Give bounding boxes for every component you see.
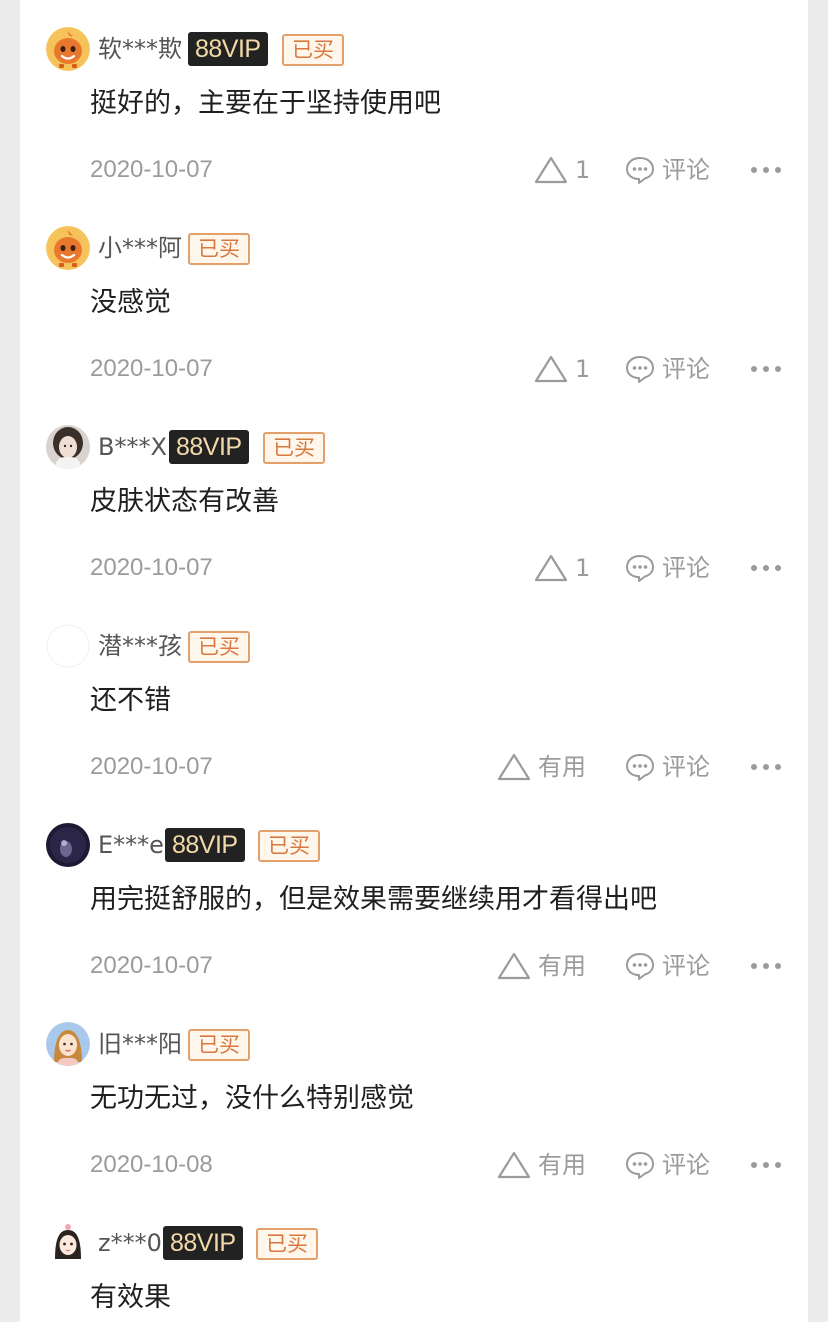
review-date: 2020-10-08 [90,1151,213,1178]
username: 小***阿 [98,234,182,262]
comment-bubble-icon [626,157,654,184]
comment-label: 评论 [662,156,710,184]
review-item: 软***欺 88VIP 已买 挺好的，主要在于坚持使用吧 2020-10-07 … [20,0,808,199]
useful-label: 有用 [538,952,586,980]
review-content: 还不错 [90,685,171,716]
comment-label: 评论 [662,355,710,383]
useful-count: 1 [575,355,591,383]
review-content: 皮肤状态有改善 [90,486,279,517]
review-item: E***e 88VIP 已买 用完挺舒服的，但是效果需要继续用才看得出吧 202… [20,796,808,995]
comment-bubble-icon [626,356,654,383]
thumb-triangle-icon [497,753,531,781]
blank-avatar[interactable] [46,624,90,668]
review-date: 2020-10-07 [90,952,213,979]
comment-button[interactable]: 评论 [624,351,716,387]
comment-bubble-icon [626,953,654,980]
thumb-triangle-icon [534,355,568,383]
review-date: 2020-10-07 [90,355,213,382]
review-list: 软***欺 88VIP 已买 挺好的，主要在于坚持使用吧 2020-10-07 … [20,0,808,1322]
review-content: 没感觉 [90,287,171,318]
review-date: 2020-10-07 [90,156,213,183]
comment-bubble-icon [626,754,654,781]
comment-button[interactable]: 评论 [624,152,716,188]
vip-badge: 88VIP [169,430,249,464]
username: E***e [98,831,164,859]
comment-button[interactable]: 评论 [624,948,716,984]
review-item: z***0 88VIP 已买 有效果 [20,1194,808,1322]
comment-label: 评论 [662,554,710,582]
username: 旧***阳 [98,1030,182,1058]
bought-badge: 已买 [188,631,250,663]
bought-badge: 已买 [256,1228,318,1260]
thumb-triangle-icon [497,952,531,980]
dark-photo-avatar[interactable] [46,823,90,867]
orange-mascot-avatar[interactable] [46,27,90,71]
bought-badge: 已买 [188,1029,250,1061]
more-options-icon[interactable] [749,359,783,379]
useful-count: 1 [575,554,591,582]
thumb-triangle-icon [534,554,568,582]
orange-mascot-avatar[interactable] [46,226,90,270]
more-options-icon[interactable] [749,1155,783,1175]
review-content: 无功无过，没什么特别感觉 [90,1083,414,1114]
review-item: B***X 88VIP 已买 皮肤状态有改善 2020-10-07 1 评论 [20,398,808,597]
comment-label: 评论 [662,1151,710,1179]
more-options-icon[interactable] [749,558,783,578]
useful-label: 有用 [538,753,586,781]
comment-button[interactable]: 评论 [624,1147,716,1183]
comment-button[interactable]: 评论 [624,749,716,785]
comment-label: 评论 [662,952,710,980]
vip-badge: 88VIP [165,828,245,862]
username: B***X [98,433,167,461]
review-content: 用完挺舒服的，但是效果需要继续用才看得出吧 [90,884,657,915]
vip-badge: 88VIP [188,32,268,66]
review-item: 潜***孩 已买 还不错 2020-10-07 有用 评论 [20,597,808,796]
comment-button[interactable]: 评论 [624,550,716,586]
review-content: 挺好的，主要在于坚持使用吧 [90,88,441,119]
cartoon-girl-avatar[interactable] [46,1022,90,1066]
bought-badge: 已买 [263,432,325,464]
username: z***0 [98,1229,162,1257]
review-item: 旧***阳 已买 无功无过，没什么特别感觉 2020-10-08 有用 评论 [20,995,808,1194]
bought-badge: 已买 [258,830,320,862]
thumb-triangle-icon [497,1151,531,1179]
more-options-icon[interactable] [749,757,783,777]
more-options-icon[interactable] [749,160,783,180]
doll-avatar[interactable] [46,1221,90,1265]
comment-label: 评论 [662,753,710,781]
useful-count: 1 [575,156,591,184]
more-options-icon[interactable] [749,956,783,976]
review-item: 小***阿 已买 没感觉 2020-10-07 1 评论 [20,199,808,398]
username: 软***欺 [98,35,182,63]
username: 潜***孩 [98,632,182,660]
comment-bubble-icon [626,1152,654,1179]
vip-badge: 88VIP [163,1226,243,1260]
useful-label: 有用 [538,1151,586,1179]
bought-badge: 已买 [188,233,250,265]
review-content: 有效果 [90,1282,171,1313]
review-date: 2020-10-07 [90,753,213,780]
thumb-triangle-icon [534,156,568,184]
photo-avatar[interactable] [46,425,90,469]
comment-bubble-icon [626,555,654,582]
bought-badge: 已买 [282,34,344,66]
review-date: 2020-10-07 [90,554,213,581]
